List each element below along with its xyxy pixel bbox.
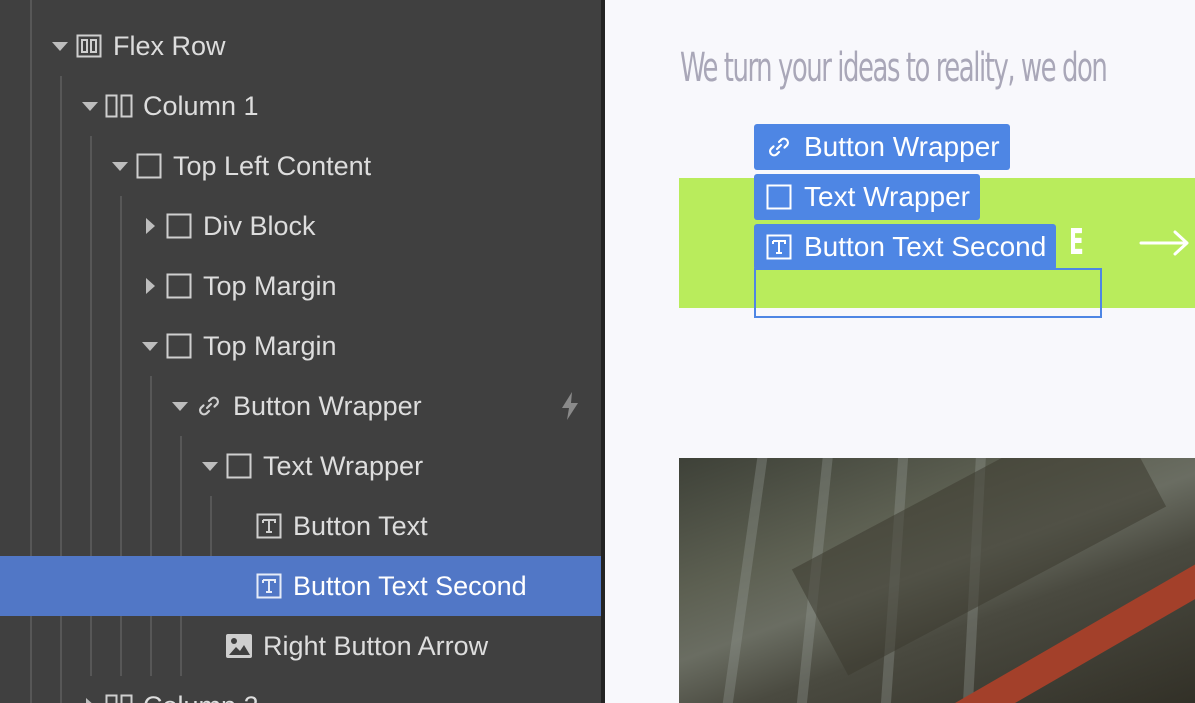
collapse-caret-icon[interactable] [75,676,105,703]
div-block-icon [225,452,253,480]
flex-row-icon [75,32,103,60]
nav-item-top-margin[interactable]: Top Margin [0,316,601,376]
div-block-icon [135,152,163,180]
link-icon [764,132,794,162]
nav-item-top-margin[interactable]: Top Margin [0,256,601,316]
hero-tagline[interactable]: We turn your ideas to reality, we don [680,45,1108,91]
collapse-caret-icon[interactable] [135,196,165,256]
nav-item-label: Flex Row [113,30,226,61]
cta-button-text: E [1069,222,1084,263]
nav-item-button-wrapper[interactable]: Button Wrapper [0,376,601,436]
expand-caret-icon[interactable] [105,136,135,196]
badge-button-wrapper[interactable]: Button Wrapper [754,124,1010,170]
nav-item-label: Button Text Second [293,570,527,601]
text-block-icon [255,512,283,540]
nav-item-label: Top Margin [203,330,337,361]
nav-item-label: Button Text [293,510,428,541]
design-canvas[interactable]: We turn your ideas to reality, we don E … [605,0,1195,703]
div-block-icon [165,332,193,360]
nav-item-flex-row[interactable]: Flex Row [0,16,601,76]
div-block-icon [764,182,794,212]
div-block-icon [165,272,193,300]
nav-item-div-block[interactable]: Div Block [0,196,601,256]
nav-item-button-text[interactable]: Button Text [0,496,601,556]
nav-item-label: Text Wrapper [263,450,424,481]
hero-image[interactable] [679,458,1195,703]
nav-item-right-button-arrow[interactable]: Right Button Arrow [0,616,601,676]
badge-text-wrapper[interactable]: Text Wrapper [754,174,980,220]
expand-caret-icon[interactable] [45,16,75,76]
column-icon [105,692,133,703]
right-arrow-icon [1139,228,1191,263]
text-block-icon [764,232,794,262]
nav-item-label: Column 2 [143,691,259,703]
collapse-caret-icon[interactable] [135,256,165,316]
nav-item-column-2[interactable]: Column 2 [0,676,601,703]
nav-item-label: Div Block [203,210,316,241]
badge-button-text-second[interactable]: Button Text Second [754,224,1057,270]
nav-item-label: Column 1 [143,90,259,121]
badge-label: Button Text Second [804,231,1047,262]
expand-caret-icon[interactable] [195,436,225,496]
expand-caret-icon[interactable] [135,316,165,376]
nav-item-label: Button Wrapper [233,390,422,421]
badge-label: Button Wrapper [804,131,1000,162]
badge-label: Text Wrapper [804,181,970,212]
expand-caret-icon[interactable] [165,376,195,436]
link-icon [195,392,223,420]
nav-item-column-1[interactable]: Column 1 [0,76,601,136]
text-block-icon [255,572,283,600]
nav-item-label: Top Left Content [173,150,372,181]
image-icon [225,632,253,660]
expand-caret-icon[interactable] [75,76,105,136]
nav-item-label: Right Button Arrow [263,630,489,661]
nav-item-top-left-content[interactable]: Top Left Content [0,136,601,196]
image-texture [718,458,770,703]
nav-item-button-text-second[interactable]: Button Text Second [0,556,601,616]
column-icon [105,92,133,120]
interaction-bolt-icon[interactable] [559,391,581,428]
nav-item-text-wrapper[interactable]: Text Wrapper [0,436,601,496]
navigator-panel: Flex Row Column 1 Top Left Content Div B… [0,0,601,703]
selected-element-outline[interactable] [754,268,1102,318]
nav-item-label: Top Margin [203,270,337,301]
div-block-icon [165,212,193,240]
